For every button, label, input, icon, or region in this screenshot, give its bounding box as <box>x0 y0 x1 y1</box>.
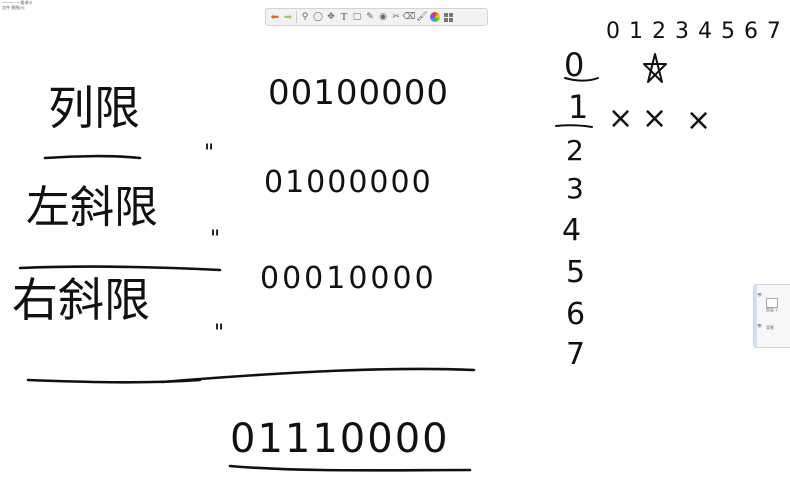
attack-mark-1: × <box>608 101 633 136</box>
underline-1 <box>43 154 142 160</box>
eye-icon-2[interactable]: 👁 <box>757 323 762 328</box>
result-bits: 01110000 <box>230 416 450 462</box>
attack-mark-3: × <box>686 103 711 138</box>
row3-bits: 00010000 <box>260 261 437 296</box>
result-underline <box>228 464 472 472</box>
layers-panel: 👁 图层 1 👁 背景 <box>753 284 790 348</box>
attack-mark-2: × <box>642 101 667 136</box>
ditto-mark-1: " <box>204 141 214 166</box>
row-index-1-underline <box>555 124 593 128</box>
background-layer-label[interactable]: 背景 <box>766 325 774 331</box>
layer-1-label[interactable]: 图层 1 <box>766 307 777 313</box>
row1-bits: 00100000 <box>268 73 449 113</box>
queen-star-icon <box>643 53 667 83</box>
row-index-4: 4 <box>562 213 581 248</box>
sum-line-right <box>160 367 476 384</box>
row-index-6: 6 <box>566 297 585 332</box>
row-index-2: 2 <box>566 134 584 167</box>
column-indices: 0 1 2 3 4 5 6 7 <box>606 19 782 44</box>
ditto-mark-3: " <box>214 321 224 346</box>
whiteboard-canvas[interactable]: 列限 左斜限 右斜限 " " " 00100000 01000000 00010… <box>0 0 790 488</box>
row-index-7: 7 <box>566 337 585 372</box>
row-index-5: 5 <box>566 255 585 290</box>
row2-bits: 01000000 <box>264 165 433 200</box>
underline-2 <box>18 265 222 272</box>
row3-label: 右斜限 <box>12 273 150 327</box>
eye-icon[interactable]: 👁 <box>757 292 762 297</box>
row1-label: 列限 <box>48 81 140 135</box>
ditto-mark-2: " <box>210 227 220 252</box>
row2-label: 左斜限 <box>26 182 158 233</box>
row-index-3: 3 <box>566 172 584 205</box>
row-index-1: 1 <box>568 88 588 126</box>
